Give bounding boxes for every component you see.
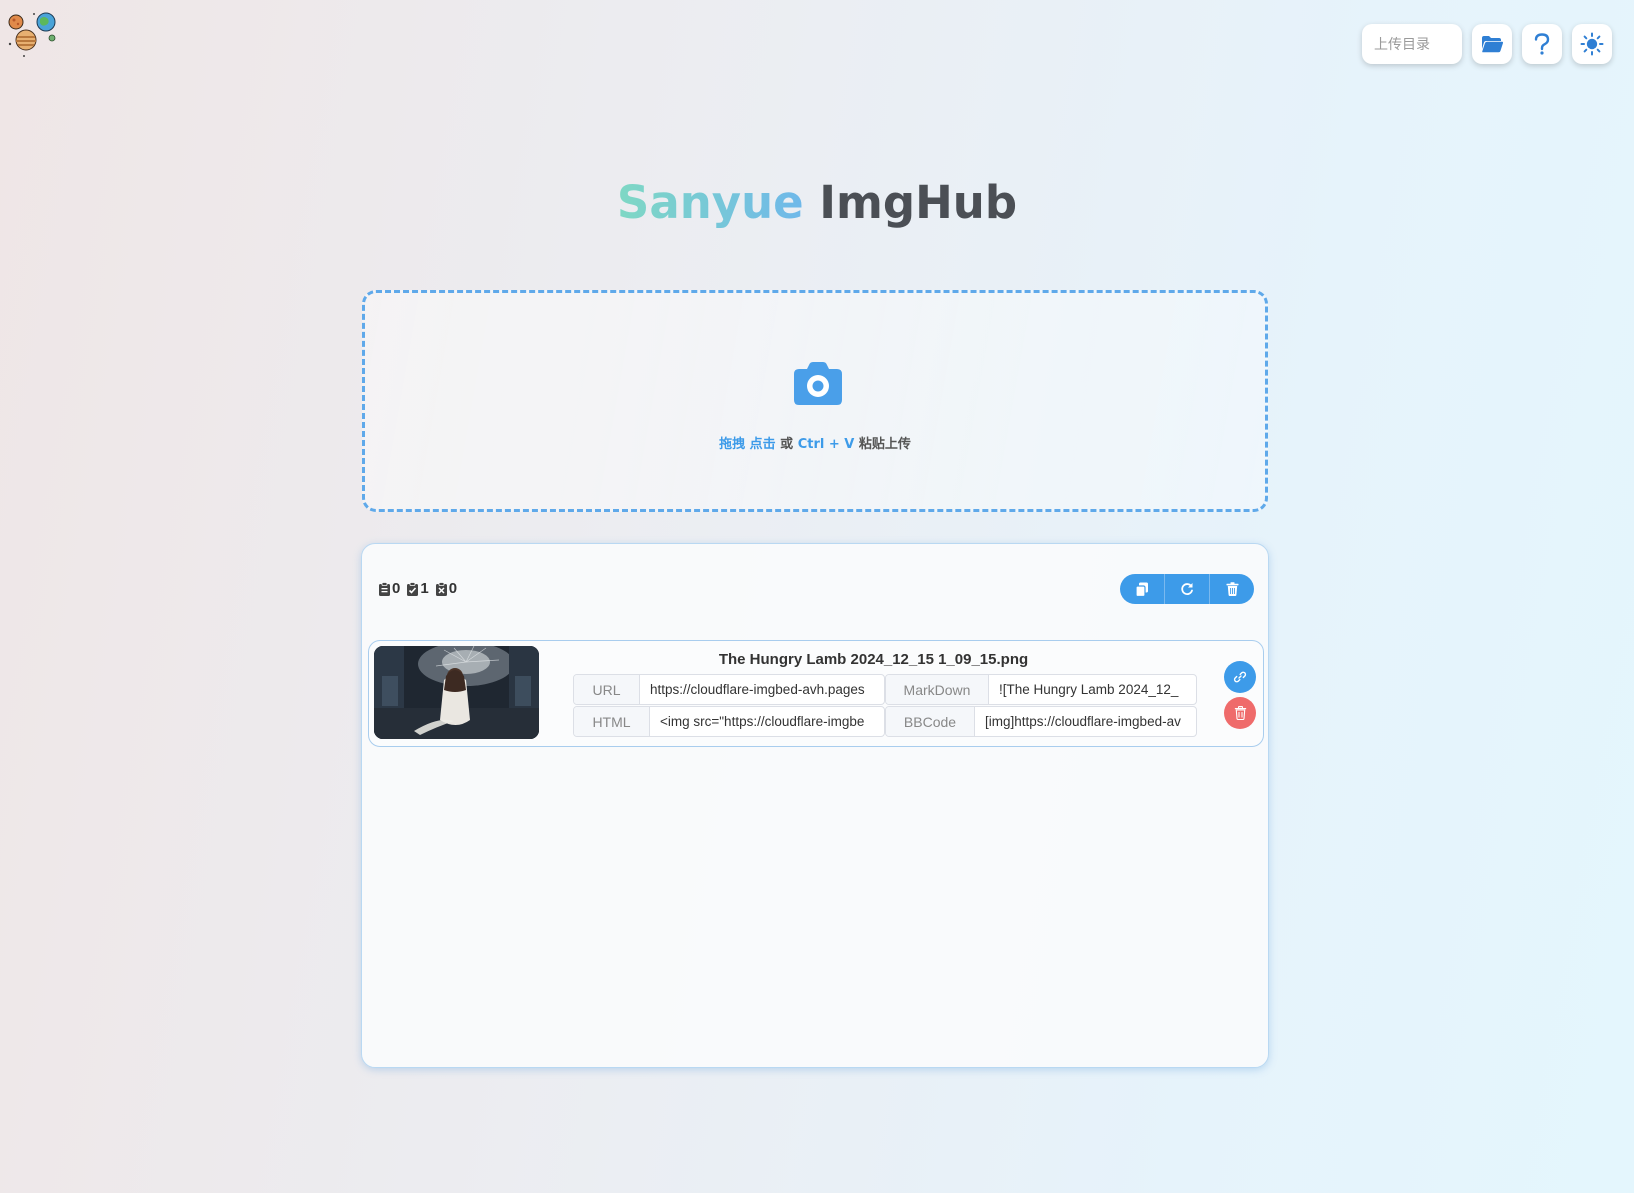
trash-icon (1234, 706, 1246, 720)
file-name: The Hungry Lamb 2024_12_15 1_09_15.png (718, 651, 1029, 668)
stat-pending-count: 0 (392, 580, 401, 597)
upload-dropzone[interactable]: 拖拽 点击 或 Ctrl + V 粘贴上传 (362, 290, 1268, 512)
dropzone-hint: 拖拽 点击 或 Ctrl + V 粘贴上传 (365, 433, 1265, 452)
link-url-label: URL (574, 675, 640, 704)
link-bbcode[interactable]: BBCode [img]https://cloudflare-imgbed-av (885, 706, 1197, 737)
theme-toggle-button[interactable] (1572, 24, 1612, 64)
hint-paste-upload: 粘贴上传 (858, 437, 911, 452)
uploaded-file-card: The Hungry Lamb 2024_12_15 1_09_15.png U… (368, 640, 1264, 747)
help-button[interactable] (1522, 24, 1562, 64)
copy-link-button[interactable] (1224, 661, 1256, 693)
upload-stats: 0 1 0 (378, 580, 457, 597)
camera-icon (794, 362, 842, 405)
delete-file-button[interactable] (1224, 697, 1256, 729)
link-row: URL https://cloudflare-imgbed-avh.pages … (573, 674, 1197, 705)
link-icon (1233, 671, 1247, 683)
bulk-actions (1120, 574, 1254, 604)
title-part-2: ImgHub (819, 176, 1018, 229)
clipboard-check-icon (407, 581, 419, 596)
stat-pending: 0 (378, 580, 400, 597)
clipboard-x-icon (435, 581, 447, 596)
hint-drag: 拖拽 (719, 437, 746, 452)
link-markdown-label: MarkDown (886, 675, 989, 704)
file-thumbnail[interactable] (374, 646, 539, 739)
copy-all-button[interactable] (1120, 574, 1165, 604)
link-bbcode-value[interactable]: [img]https://cloudflare-imgbed-av (975, 707, 1196, 736)
link-row: HTML <img src="https://cloudflare-imgbe … (573, 706, 1197, 737)
link-markdown[interactable]: MarkDown ![The Hungry Lamb 2024_12_ (885, 674, 1197, 705)
link-html[interactable]: HTML <img src="https://cloudflare-imgbe (573, 706, 885, 737)
retry-button[interactable] (1165, 574, 1210, 604)
link-url[interactable]: URL https://cloudflare-imgbed-avh.pages (573, 674, 885, 705)
site-logo (6, 10, 62, 60)
link-grid: URL https://cloudflare-imgbed-avh.pages … (573, 674, 1197, 738)
link-markdown-value[interactable]: ![The Hungry Lamb 2024_12_ (989, 675, 1196, 704)
folder-open-icon (1482, 36, 1503, 53)
title-part-1: Sanyue (616, 176, 804, 229)
folder-button[interactable] (1472, 24, 1512, 64)
link-html-label: HTML (574, 707, 650, 736)
clipboard-list-icon (379, 581, 390, 596)
stat-done: 1 (406, 580, 429, 597)
refresh-icon (1181, 583, 1193, 595)
upload-dir-input[interactable] (1362, 24, 1462, 64)
top-toolbar (1362, 24, 1612, 64)
sun-icon (1580, 32, 1604, 56)
question-icon (1534, 33, 1550, 55)
stat-done-count: 1 (420, 580, 429, 597)
hint-shortcut: Ctrl + V (797, 437, 855, 452)
stat-failed: 0 (435, 580, 457, 597)
upload-list-panel: 0 1 0 The Hungry Lamb 2024_12_15 1_09_15… (361, 543, 1269, 1068)
link-url-value[interactable]: https://cloudflare-imgbed-avh.pages (640, 675, 884, 704)
clear-all-button[interactable] (1210, 574, 1254, 604)
trash-icon (1226, 582, 1238, 596)
hint-click: 点击 (749, 437, 776, 452)
copy-icon (1135, 582, 1148, 597)
link-bbcode-label: BBCode (886, 707, 975, 736)
stat-failed-count: 0 (448, 580, 458, 597)
hint-or: 或 (780, 437, 794, 452)
page-title: Sanyue ImgHub (0, 176, 1634, 229)
link-html-value[interactable]: <img src="https://cloudflare-imgbe (650, 707, 884, 736)
